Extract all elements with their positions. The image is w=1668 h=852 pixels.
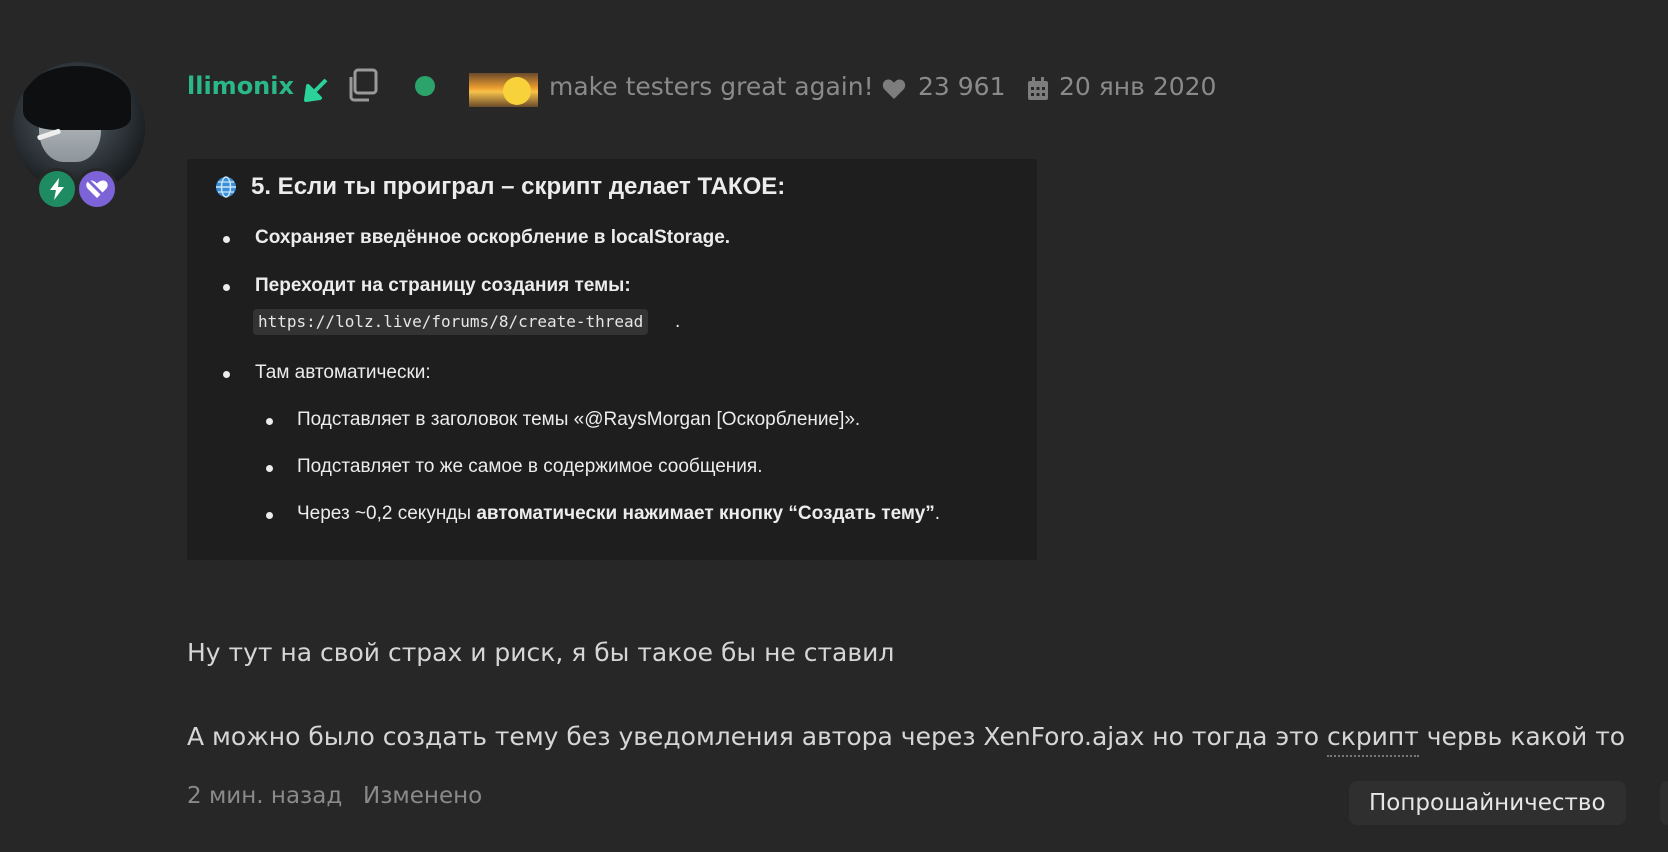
heart-off-icon[interactable] bbox=[76, 168, 118, 210]
sub3-prefix: Через ~0,2 секунды bbox=[297, 503, 477, 524]
post-time[interactable]: 2 мин. назад bbox=[187, 783, 342, 809]
bullet-dot bbox=[266, 512, 273, 519]
code-snippet: https://lolz.live/forums/8/create-thread bbox=[253, 309, 649, 335]
tooltip-word[interactable]: скрипт bbox=[1326, 722, 1419, 757]
heart-icon bbox=[882, 79, 906, 99]
globe-icon bbox=[216, 176, 236, 198]
smiley-icon bbox=[503, 77, 531, 105]
avatar-hair bbox=[23, 66, 131, 130]
sub3-suffix: . bbox=[934, 503, 941, 524]
screenshot-heading: 5. Если ты проиграл – скрипт делает ТАКО… bbox=[215, 173, 785, 201]
bullet-dot bbox=[223, 371, 230, 378]
edited-label[interactable]: Изменено bbox=[363, 783, 482, 809]
sub-list-item: Подставляет то же самое в содержимое соо… bbox=[297, 456, 763, 477]
online-dot bbox=[415, 76, 435, 96]
list-item: Сохраняет введённое оскорбление в localS… bbox=[255, 227, 731, 248]
username[interactable]: llimonix bbox=[187, 72, 294, 100]
tag-chip-next[interactable] bbox=[1660, 781, 1668, 825]
sub3-bold: автоматически нажимает кнопку “Создать т… bbox=[476, 503, 935, 524]
likes-count: 23 961 bbox=[918, 72, 1006, 101]
post-paragraph: Ну тут на свой страх и риск, я бы такое … bbox=[187, 638, 895, 667]
paragraph-text: А можно было создать тему без уведомлени… bbox=[187, 722, 1327, 751]
bullet-dot bbox=[266, 465, 273, 472]
heading-text: 5. Если ты проиграл – скрипт делает ТАКО… bbox=[251, 173, 786, 200]
sub-list-item: Через ~0,2 секунды автоматически нажимае… bbox=[297, 503, 940, 525]
status-text: make testers great again! bbox=[549, 72, 874, 101]
copy-icon[interactable] bbox=[346, 68, 378, 102]
post-paragraph: А можно было создать тему без уведомлени… bbox=[187, 722, 1626, 757]
bullet-dot bbox=[223, 236, 230, 243]
tag-label: Попрошайничество bbox=[1369, 790, 1606, 816]
bullet-dot bbox=[266, 418, 273, 425]
list-item: Переходит на страницу создания темы: bbox=[255, 275, 631, 296]
bullet-dot bbox=[223, 284, 230, 291]
paragraph-text: червь какой то bbox=[1418, 722, 1626, 751]
status-image bbox=[469, 73, 538, 107]
post: llimonix make testers great again! 23 96… bbox=[0, 0, 1668, 852]
code-suffix: . bbox=[675, 311, 681, 332]
embedded-screenshot[interactable]: 5. Если ты проиграл – скрипт делает ТАКО… bbox=[187, 159, 1037, 560]
lightning-icon[interactable] bbox=[36, 168, 78, 210]
registration-date: 20 янв 2020 bbox=[1059, 72, 1217, 101]
avatar[interactable] bbox=[13, 62, 145, 194]
calendar-icon bbox=[1028, 77, 1048, 100]
arrow-down-left-icon bbox=[304, 78, 328, 102]
tag-chip[interactable]: Попрошайничество bbox=[1349, 781, 1626, 825]
list-item: Там автоматически: bbox=[255, 362, 431, 383]
sub-list-item: Подставляет в заголовок темы «@RaysMorga… bbox=[297, 409, 861, 430]
